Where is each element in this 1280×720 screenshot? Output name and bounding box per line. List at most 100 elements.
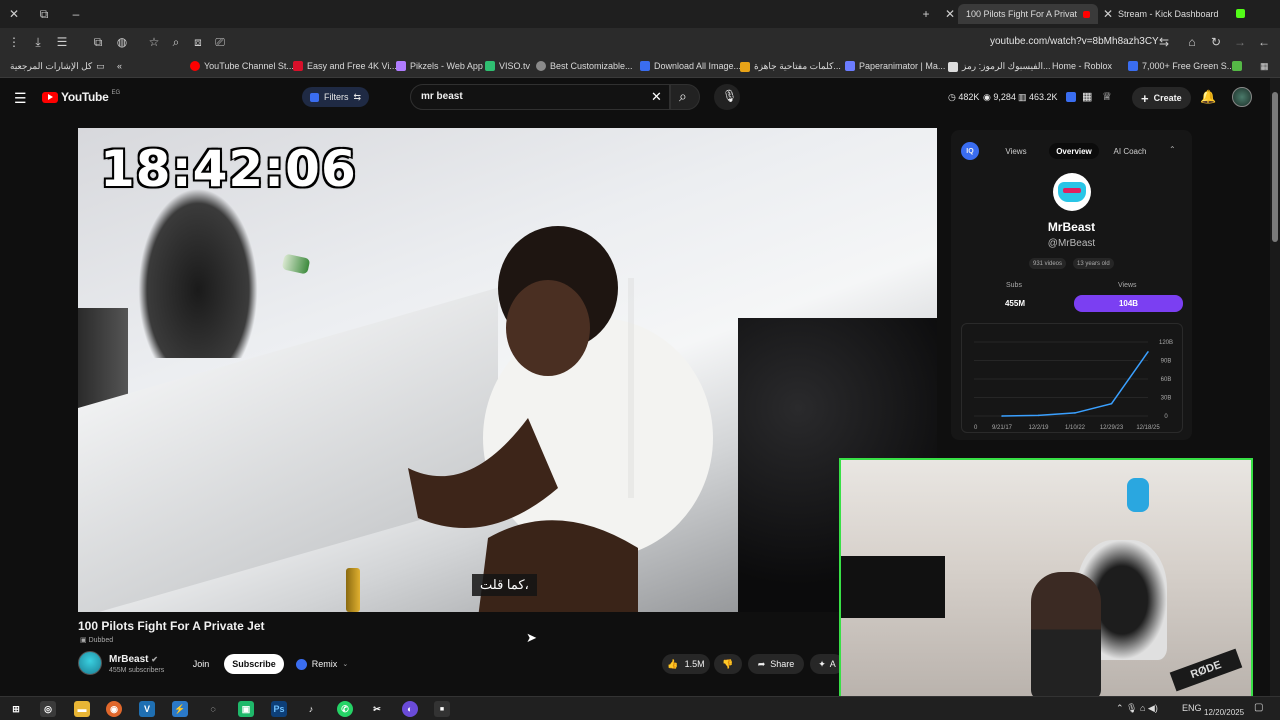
bookmark-item[interactable]: Paperanimator | Ma... [845, 61, 945, 71]
tab-search-icon[interactable]: ⧉ [36, 6, 52, 22]
system-tray-icons[interactable]: ⌃ 🎙 ⌂ ◀) [1116, 703, 1158, 714]
notification-center-icon[interactable]: ▢ [1254, 702, 1263, 713]
bookmark-item[interactable]: YouTube Channel St... [190, 61, 294, 71]
remix-button[interactable]: Remix ⌄ [290, 654, 354, 674]
vidiq-side-panel: IQ Views Overview AI Coach ⌃ MrBeast @Mr… [951, 130, 1192, 440]
create-button[interactable]: + Create [1132, 87, 1191, 109]
close-tab-icon[interactable]: ✕ [1100, 6, 1116, 22]
bookmark-item[interactable]: Easy and Free 4K Vi... [293, 61, 397, 71]
vidiq-extension-icon[interactable] [1066, 92, 1076, 102]
kick-icon[interactable] [1236, 9, 1245, 18]
bookmark-item[interactable]: Best Customizable... [536, 61, 633, 71]
all-bookmarks-icon[interactable]: ▦ [1260, 61, 1269, 72]
chevron-up-icon[interactable]: ⌃ [1169, 145, 1176, 154]
filter-icon[interactable]: ☰ [54, 34, 70, 50]
taskbar-date[interactable]: 12/20/2025 [1204, 708, 1244, 717]
panel-tab-views[interactable]: Views [991, 143, 1041, 159]
file-explorer-icon[interactable]: ▬ [74, 701, 90, 717]
bookmark-label: Download All Image... [654, 61, 742, 71]
search-value: mr beast [421, 91, 463, 102]
close-tab-icon[interactable]: ✕ [942, 6, 958, 22]
zoom-icon[interactable]: ⌕ [168, 34, 184, 50]
panel-tab-overview[interactable]: Overview [1049, 143, 1099, 159]
bookmark-item[interactable]: Pikzels - Web App [396, 61, 483, 71]
video-player[interactable]: 18:42:06 كما قلت، [78, 128, 937, 612]
x-tick-label: 9/21/17 [992, 425, 1013, 431]
vscode-icon[interactable]: V [139, 701, 155, 717]
search-button[interactable]: ⌕ [670, 84, 700, 110]
subscribe-label: Subscribe [232, 659, 276, 669]
menu-dots-icon[interactable]: ⋮ [6, 34, 22, 50]
extensions-icon[interactable]: ⧈ [190, 34, 206, 50]
youtube-logo[interactable]: YouTube EG [42, 90, 120, 104]
bookmark-item[interactable]: Home - Roblox [1052, 61, 1112, 71]
url-field[interactable]: youtube.com/watch?v=8bMh8azh3CY [990, 36, 1159, 47]
app-icon[interactable]: ⚡ [172, 701, 188, 717]
bookmark-item[interactable]: Download All Image... [640, 61, 741, 71]
home-icon[interactable]: ⌂ [1184, 34, 1200, 50]
firefox-icon[interactable]: ◉ [106, 701, 122, 717]
discord-icon[interactable]: ◐ [402, 701, 418, 717]
minimize-icon[interactable]: – [68, 6, 84, 22]
language-indicator[interactable]: ENG [1182, 703, 1202, 713]
site-settings-icon[interactable]: ⇆ [1156, 34, 1172, 50]
dislike-button[interactable]: 👎 [714, 654, 742, 674]
photoshop-icon[interactable]: Ps [271, 701, 287, 717]
join-button[interactable]: Join [186, 654, 216, 674]
chrome-icon[interactable]: ◎ [40, 701, 56, 717]
voice-search-button[interactable]: 🎙 [714, 84, 740, 110]
reload-icon[interactable]: ↻ [1208, 34, 1224, 50]
bookmark-item[interactable] [1232, 61, 1242, 71]
notifications-bell-icon[interactable]: 🔔 [1200, 89, 1216, 105]
stat-total: ▥ 463.2K [1018, 92, 1058, 103]
windows-start-icon[interactable]: ⊞ [8, 701, 24, 717]
channel-name[interactable]: MrBeast ✔ [109, 654, 158, 665]
page-icon [948, 61, 958, 72]
clear-search-icon[interactable]: ✕ [651, 89, 662, 105]
hamburger-menu-icon[interactable]: ☰ [14, 90, 27, 107]
youtube-play-icon [42, 91, 58, 103]
forward-icon[interactable]: → [1232, 34, 1248, 50]
views-toggle[interactable]: 104B [1074, 295, 1183, 312]
bookmark-star-icon[interactable]: ☆ [146, 34, 162, 50]
channel-avatar[interactable] [78, 651, 102, 675]
capcut-icon[interactable]: ✂ [369, 701, 385, 717]
bookmark-item[interactable]: 7,000+ Free Green S... [1128, 61, 1234, 71]
bookmark-item[interactable]: الفيسبوك الرموز: رمز... [948, 61, 1051, 72]
y-tick-label: 90B [1161, 359, 1172, 365]
subs-toggle[interactable]: 455M [961, 295, 1069, 312]
filters-button[interactable]: Filters ⇆ [302, 87, 370, 107]
bookmark-item[interactable]: كلمات مفتاحية جاهزة... [740, 61, 841, 72]
copy-icon[interactable]: ⧉ [90, 34, 106, 50]
trophy-icon[interactable]: ♕ [1102, 90, 1112, 103]
page-scrollbar[interactable] [1270, 78, 1280, 696]
chevron-left-icon[interactable]: « [117, 61, 122, 71]
share-button[interactable]: ➦ Share [748, 654, 804, 674]
back-icon[interactable]: ← [1256, 34, 1272, 50]
like-button[interactable]: 👍 1.5M [662, 654, 710, 674]
subscribe-button[interactable]: Subscribe [224, 654, 284, 674]
green-app-icon[interactable]: ▣ [238, 701, 254, 717]
translate-icon[interactable]: ◍ [114, 34, 130, 50]
filters-label: Filters [324, 92, 349, 102]
bookmark-label: Home - Roblox [1052, 61, 1113, 71]
app-icon[interactable]: ■ [434, 701, 450, 717]
bookmark-all[interactable]: كل الإشارات المرجعية ▭ [10, 61, 105, 72]
tab-video[interactable]: 100 Pilots Fight For A Privat [958, 4, 1098, 24]
stat-count: ◉ 9,284 [983, 92, 1016, 103]
scrollbar-thumb[interactable] [1272, 92, 1278, 242]
tab-kick-dashboard[interactable]: Stream - Kick Dashboard [1118, 4, 1219, 24]
bookmark-item[interactable]: VISO.tv [485, 61, 530, 71]
whatsapp-icon[interactable]: ✆ [337, 701, 353, 717]
close-window-icon[interactable]: ✕ [6, 6, 22, 22]
obs-icon[interactable]: ◌ [205, 701, 221, 717]
tiktok-icon[interactable]: ♪ [303, 701, 319, 717]
avatar[interactable] [1232, 87, 1252, 107]
download-icon[interactable]: ⤓ [30, 34, 46, 50]
panel-tab-ai-coach[interactable]: AI Coach [1105, 143, 1155, 159]
cast-icon[interactable]: ⎚ [212, 34, 228, 50]
videos-chip: 931 videos [1029, 258, 1067, 269]
search-input[interactable]: mr beast ✕ [410, 84, 670, 110]
new-tab-icon[interactable]: + [918, 6, 934, 22]
grid-icon[interactable]: ▦ [1082, 90, 1092, 103]
